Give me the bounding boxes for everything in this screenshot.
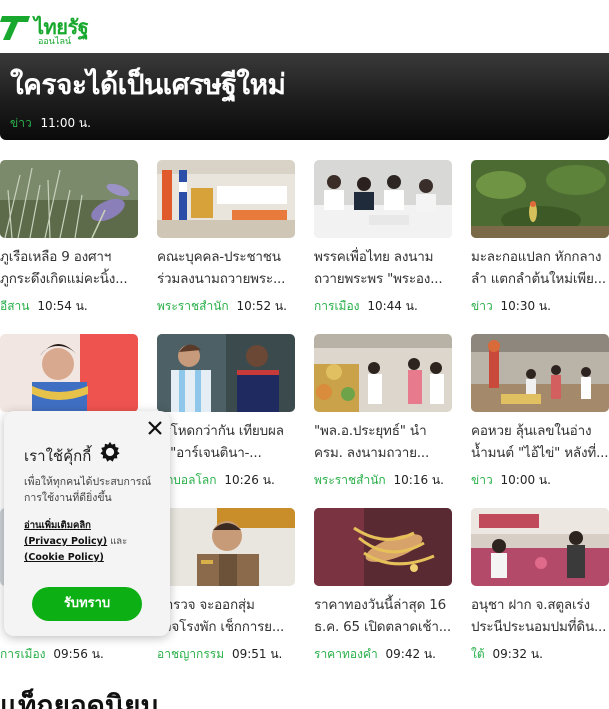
news-time: 10:16 น.	[393, 473, 444, 487]
news-meta: พระราชสำนัก 10:52 น.	[157, 297, 295, 316]
thairath-logo[interactable]: ไทยรัฐ ออนไลน์	[0, 10, 90, 47]
hero-category[interactable]: ข่าว	[10, 116, 32, 130]
news-meta: ข่าว 10:00 น.	[471, 471, 609, 490]
news-title[interactable]: ราคาทองวันนี้ล่าสุด 16 ธ.ค. 65 เปิดตลาดเ…	[314, 594, 452, 638]
cookie-and-text: และ	[110, 536, 128, 547]
news-card[interactable]: มะละกอแปลก หักกลาง ลำ แตกลำต้นใหม่เพีย..…	[471, 160, 609, 316]
news-title[interactable]: ภูเรือเหลือ 9 องศาฯ ภูกระดึงเกิดแม่คะนิ้…	[0, 246, 138, 290]
news-card[interactable]: คอหวย ลุ้นเลขในอ่าง น้ำมนต์ "ไอ้ไข่" หลั…	[471, 334, 609, 490]
news-thumbnail[interactable]	[471, 160, 609, 238]
news-category[interactable]: พระราชสำนัก	[314, 473, 386, 487]
news-meta: การเมือง 09:56 น.	[0, 645, 138, 664]
news-thumbnail[interactable]	[0, 334, 138, 412]
news-meta: พระราชสำนัก 10:16 น.	[314, 471, 452, 490]
news-thumbnail[interactable]	[471, 334, 609, 412]
news-time: 09:42 น.	[385, 647, 436, 661]
news-card[interactable]: พรรคเพื่อไทย ลงนาม ถวายพระพร "พระอง... ก…	[314, 160, 452, 316]
news-thumbnail[interactable]	[314, 334, 452, 412]
news-time: 10:52 น.	[236, 299, 287, 313]
news-category[interactable]: ข่าว	[471, 473, 493, 487]
news-title[interactable]: อนุชา ฝาก จ.สตูลเร่ง ประนีประนอมปมที่ดิน…	[471, 594, 609, 638]
hero-title: ใครจะได้เป็นเศรษฐีใหม่	[10, 68, 286, 101]
logo-mark-icon	[0, 16, 30, 40]
news-time: 10:54 น.	[37, 299, 88, 313]
news-title[interactable]: คอหวย ลุ้นเลขในอ่าง น้ำมนต์ "ไอ้ไข่" หลั…	[471, 420, 609, 464]
news-thumbnail[interactable]	[157, 508, 295, 586]
news-time: 10:30 น.	[500, 299, 551, 313]
news-meta: ราคาทองคำ 09:42 น.	[314, 645, 452, 664]
news-card[interactable]: ภูเรือเหลือ 9 องศาฯ ภูกระดึงเกิดแม่คะนิ้…	[0, 160, 138, 316]
popular-tags-heading: แท็กยอดนิยม	[0, 689, 159, 709]
news-time: 09:32 น.	[492, 647, 543, 661]
cookie-policy-link[interactable]: (Cookie Policy)	[24, 552, 104, 563]
news-card[interactable]: "พล.อ.ประยุทธ์" นำ ครม. ลงนามถวาย... พระ…	[314, 334, 452, 490]
logo-subtitle: ออนไลน์	[38, 37, 72, 47]
news-title[interactable]: ไรโหดกว่ากัน เทียบผล น "อาร์เจนตินา-...	[157, 420, 295, 464]
news-thumbnail[interactable]	[471, 508, 609, 586]
news-thumbnail[interactable]	[314, 508, 452, 586]
cookie-consent-popup: เราใช้คุ้กกี้ เพื่อให้ทุกคนได้ประสบการณ์…	[4, 411, 170, 636]
news-card[interactable]: ตำรวจ จะออกสุ่ม รวจโรงพัก เช็กการย... อา…	[157, 508, 295, 664]
news-meta: ข่าว 10:30 น.	[471, 297, 609, 316]
news-thumbnail[interactable]	[0, 160, 138, 238]
news-card[interactable]: คณะบุคคล-ประชาชน ร่วมลงนามถวายพระ... พระ…	[157, 160, 295, 316]
hero-banner[interactable]: ใครจะได้เป็นเศรษฐีใหม่ ข่าว 11:00 น.	[0, 53, 609, 140]
news-category[interactable]: การเมือง	[314, 299, 360, 313]
news-thumbnail[interactable]	[314, 160, 452, 238]
accept-cookies-button[interactable]: รับทราบ	[32, 587, 142, 621]
read-more-link[interactable]: อ่านเพิ่มเติมคลิก	[24, 520, 91, 531]
news-category[interactable]: การเมือง	[0, 647, 46, 661]
news-card[interactable]: อนุชา ฝาก จ.สตูลเร่ง ประนีประนอมปมที่ดิน…	[471, 508, 609, 664]
news-category[interactable]: ใต้	[471, 647, 485, 661]
cookie-description: เพื่อให้ทุกคนได้ประสบการณ์การใช้งานที่ดี…	[24, 476, 152, 504]
news-category[interactable]: ราคาทองคำ	[314, 647, 378, 661]
news-time: 10:44 น.	[367, 299, 418, 313]
news-title[interactable]: พรรคเพื่อไทย ลงนาม ถวายพระพร "พระอง...	[314, 246, 452, 290]
news-title[interactable]: มะละกอแปลก หักกลาง ลำ แตกลำต้นใหม่เพีย..…	[471, 246, 609, 290]
news-meta: อาชญากรรม 09:51 น.	[157, 645, 295, 664]
news-time: 09:56 น.	[53, 647, 104, 661]
close-icon[interactable]	[146, 419, 164, 437]
news-time: 10:26 น.	[224, 473, 275, 487]
news-meta: อีสาน 10:54 น.	[0, 297, 138, 316]
news-category[interactable]: อีสาน	[0, 299, 29, 313]
news-title[interactable]: "พล.อ.ประยุทธ์" นำ ครม. ลงนามถวาย...	[314, 420, 452, 464]
news-category[interactable]: พระราชสำนัก	[157, 299, 229, 313]
news-meta: ฟุตบอลโลก 10:26 น.	[157, 471, 295, 490]
hero-meta: ข่าว 11:00 น.	[10, 114, 91, 133]
news-title[interactable]: คณะบุคคล-ประชาชน ร่วมลงนามถวายพระ...	[157, 246, 295, 290]
news-meta: การเมือง 10:44 น.	[314, 297, 452, 316]
gear-icon	[100, 441, 120, 462]
news-card[interactable]: ราคาทองวันนี้ล่าสุด 16 ธ.ค. 65 เปิดตลาดเ…	[314, 508, 452, 664]
news-category[interactable]: ข่าว	[471, 299, 493, 313]
news-thumbnail[interactable]	[157, 160, 295, 238]
news-thumbnail[interactable]	[157, 334, 295, 412]
privacy-policy-link[interactable]: (Privacy Policy)	[24, 536, 107, 547]
cookie-title: เราใช้คุ้กกี้	[24, 447, 92, 465]
news-meta: ใต้ 09:32 น.	[471, 645, 609, 664]
news-time: 10:00 น.	[500, 473, 551, 487]
hero-time: 11:00 น.	[40, 116, 91, 130]
news-card[interactable]: ไรโหดกว่ากัน เทียบผล น "อาร์เจนตินา-... …	[157, 334, 295, 490]
cookie-policy-links: อ่านเพิ่มเติมคลิก (Privacy Policy) และ (…	[24, 518, 164, 566]
news-title[interactable]: ตำรวจ จะออกสุ่ม รวจโรงพัก เช็กการย...	[157, 594, 295, 638]
news-time: 09:51 น.	[231, 647, 283, 661]
news-category[interactable]: อาชญากรรม	[157, 647, 224, 661]
